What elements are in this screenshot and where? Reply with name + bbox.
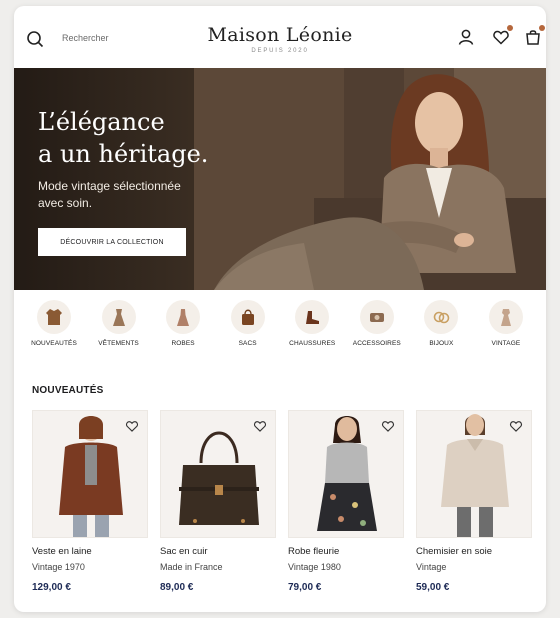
product-card[interactable]: Chemisier en soie Vintage 59,00 € [416,410,532,593]
category-label: ACCESSOIRES [352,340,401,347]
category-label: CHAUSSURES [289,340,336,347]
hero-title-line2: a un héritage. [38,140,209,168]
product-price: 59,00 € [416,582,450,593]
product-image [32,410,148,538]
product-card[interactable]: Robe fleurie Vintage 1980 79,00 € [288,410,404,593]
hero-image [194,68,546,290]
header: Rechercher Maison Léonie DEPUIS 2020 [14,6,546,68]
product-image [160,410,276,538]
heart-icon[interactable] [253,419,267,433]
heart-icon [493,30,509,45]
page: Rechercher Maison Léonie DEPUIS 2020 L’é… [14,6,546,612]
boot-icon [295,300,330,334]
product-name: Chemisier en soie [416,546,493,557]
category-label: ROBES [171,340,195,347]
ring-icon [424,300,459,334]
category-accessoires[interactable]: ACCESSOIRES [347,300,407,347]
brand-tagline: DEPUIS 2020 [251,48,309,54]
hero-subtitle: Mode vintage sélectionnée avec soin. [38,179,181,210]
category-label: VINTAGE [491,340,521,347]
heart-icon[interactable] [381,419,395,433]
user-icon[interactable] [457,28,475,46]
category-label: SACS [238,340,257,347]
product-name: Robe fleurie [288,546,340,557]
cart-button[interactable] [524,25,545,46]
category-sacs[interactable]: SACS [218,300,278,347]
heart-icon[interactable] [125,419,139,433]
category-nouveautes[interactable]: NOUVEAUTÉS [24,300,84,347]
product-subtitle: Vintage 1970 [32,562,85,572]
hero-title: L’élégance a un héritage. [38,106,208,170]
hero-title-line1: L’élégance [38,108,165,136]
category-label: VÊTEMENTS [98,340,139,347]
vintage-icon [488,300,523,334]
product-grid: Veste en laine Vintage 1970 129,00 € Sac… [32,410,532,593]
product-price: 129,00 € [32,582,71,593]
product-subtitle: Made in France [160,562,223,572]
accessory-icon [359,300,394,334]
category-robes[interactable]: ROBES [153,300,213,347]
product-subtitle: Vintage [416,562,447,572]
product-image [416,410,532,538]
handbag-icon [230,300,265,334]
category-label: NOUVEAUTÉS [31,340,77,347]
wishlist-badge [507,25,513,31]
wishlist-button[interactable] [492,25,513,46]
hero-banner: L’élégance a un héritage. Mode vintage s… [14,68,546,290]
category-chaussures[interactable]: CHAUSSURES [282,300,342,347]
category-bijoux[interactable]: BIJOUX [411,300,471,347]
bag-icon [526,30,540,45]
category-strip: NOUVEAUTÉS VÊTEMENTS ROBES SACS CHAUSSUR… [24,300,536,347]
section-title-new: NOUVEAUTÉS [32,385,104,396]
heart-icon[interactable] [509,419,523,433]
dress-icon [101,300,136,334]
coat-icon [37,300,71,334]
category-label: BIJOUX [429,340,454,347]
category-vintage[interactable]: VINTAGE [476,300,536,347]
product-card[interactable]: Sac en cuir Made in France 89,00 € [160,410,276,593]
product-name: Veste en laine [32,546,92,557]
category-vetements[interactable]: VÊTEMENTS [89,300,149,347]
product-subtitle: Vintage 1980 [288,562,341,572]
product-card[interactable]: Veste en laine Vintage 1970 129,00 € [32,410,148,593]
cart-badge [539,25,545,31]
product-image [288,410,404,538]
product-price: 89,00 € [160,582,194,593]
discover-collection-button[interactable]: DÉCOUVRIR LA COLLECTION [38,228,186,256]
product-name: Sac en cuir [160,546,208,557]
product-price: 79,00 € [288,582,322,593]
robe-icon [166,300,201,334]
